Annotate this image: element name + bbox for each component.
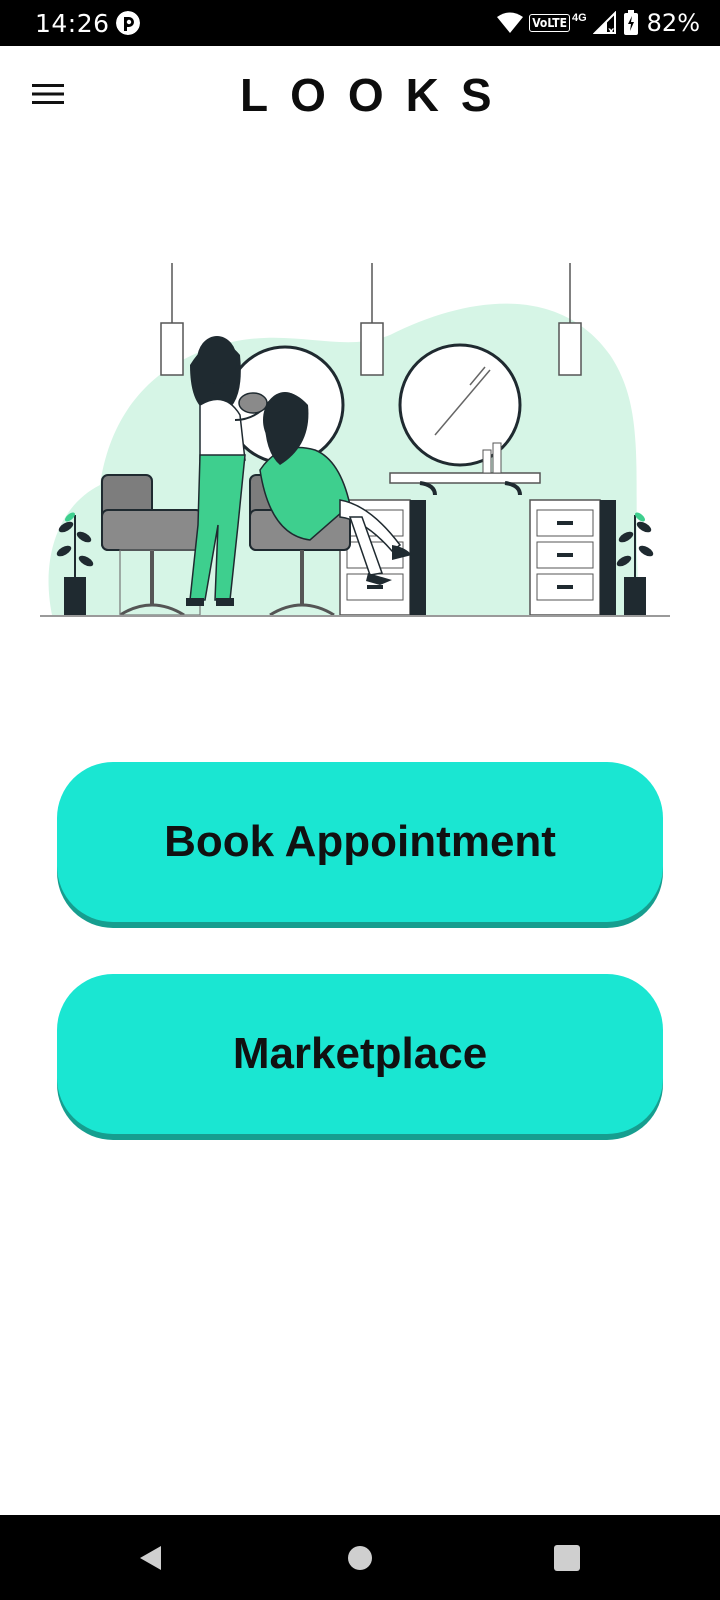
recents-square-icon bbox=[554, 1544, 580, 1571]
battery-percentage: 82% bbox=[646, 9, 700, 37]
svg-text:x: x bbox=[608, 26, 615, 35]
hamburger-menu-icon bbox=[32, 84, 64, 104]
menu-button[interactable] bbox=[26, 72, 70, 116]
nav-home-button[interactable] bbox=[320, 1515, 400, 1600]
salon-illustration bbox=[40, 263, 670, 617]
battery-icon bbox=[623, 10, 638, 35]
network-type: 4G bbox=[571, 12, 587, 24]
volte-badge: VoLTE bbox=[529, 14, 570, 32]
back-triangle-icon bbox=[140, 1545, 161, 1570]
cell-signal-icon: x bbox=[592, 11, 616, 35]
app-bar: LOOKS bbox=[0, 46, 720, 142]
app-title: LOOKS bbox=[240, 69, 514, 121]
book-appointment-label: Book Appointment bbox=[164, 817, 556, 866]
status-indicators: VoLTE 4G x 82% bbox=[497, 9, 700, 37]
wifi-icon bbox=[497, 12, 524, 33]
system-nav-bar bbox=[0, 1515, 720, 1600]
status-bar: 14:26 VoLTE 4G x 82% bbox=[0, 0, 720, 46]
home-circle-icon bbox=[348, 1545, 372, 1570]
notification-icon bbox=[116, 11, 140, 35]
status-time: 14:26 bbox=[35, 9, 110, 38]
nav-back-button[interactable] bbox=[110, 1515, 190, 1600]
marketplace-label: Marketplace bbox=[232, 1029, 488, 1078]
book-appointment-button[interactable]: Book Appointment bbox=[57, 762, 663, 922]
nav-recents-button[interactable] bbox=[527, 1515, 607, 1600]
marketplace-button[interactable]: Marketplace bbox=[57, 974, 663, 1134]
